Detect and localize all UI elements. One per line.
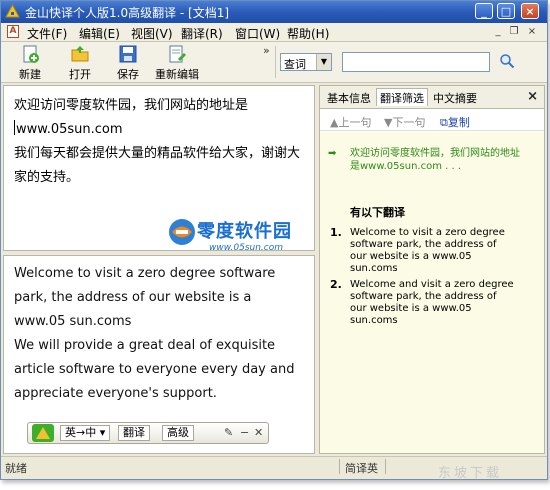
- watermark-name: 零度软件园: [197, 221, 292, 242]
- source-line: 欢迎访问零度软件园，我们网站的地址是: [14, 98, 249, 113]
- translation-line: We will provide a great deal of exquisit…: [14, 338, 276, 353]
- tab-translation-filter[interactable]: 翻译筛选: [376, 88, 428, 106]
- floppy-disk-icon: [119, 45, 137, 63]
- advanced-button[interactable]: 高级: [162, 425, 194, 441]
- translation-line: article software to everyone every day a…: [14, 362, 295, 377]
- search-input[interactable]: [342, 52, 490, 72]
- result-line[interactable]: sun.coms: [350, 315, 398, 327]
- reedit-document-icon: [169, 45, 186, 63]
- dict-mode-select[interactable]: 查词 ▼: [280, 53, 332, 71]
- menu-translate[interactable]: 翻译(R): [181, 25, 223, 42]
- tab-chinese-summary[interactable]: 中文摘要: [430, 89, 480, 107]
- document-icon[interactable]: A: [7, 25, 19, 38]
- close-button[interactable]: ×: [521, 3, 539, 19]
- window-title: 金山快译个人版1.0高级翻译 - [文档1]: [25, 6, 230, 20]
- reedit-button[interactable]: 重新编辑: [153, 44, 201, 82]
- panel-close-icon[interactable]: ×: [527, 89, 538, 104]
- minimize-button[interactable]: _: [475, 3, 493, 19]
- kingsoft-logo-icon[interactable]: [32, 424, 54, 442]
- menu-file[interactable]: 文件(F): [27, 25, 67, 42]
- close-icon[interactable]: ✕: [254, 426, 263, 439]
- result-line[interactable]: our website is a www.05: [350, 303, 472, 315]
- translation-line: appreciate everyone's support.: [14, 386, 217, 401]
- watermark-url: www.05sun.com: [209, 243, 283, 253]
- toolbar-separator: [275, 46, 276, 78]
- doc-minimize-button[interactable]: _: [491, 25, 505, 38]
- translation-line: Welcome to visit a zero degree software: [14, 266, 276, 281]
- menu-edit[interactable]: 编辑(E): [79, 25, 120, 42]
- site-logo-icon: [169, 219, 195, 245]
- result-line[interactable]: our website is a www.05: [350, 251, 472, 263]
- open-button[interactable]: 打开: [65, 44, 95, 82]
- translation-results: ➡ 欢迎访问零度软件园，我们网站的地址 是www.05sun.com . . .…: [320, 132, 544, 453]
- direction-select[interactable]: 英→中 ▾: [60, 425, 111, 441]
- pin-icon[interactable]: ✎: [224, 426, 233, 439]
- menu-window[interactable]: 窗口(W): [235, 25, 280, 42]
- result-line[interactable]: software park, the address of: [350, 239, 497, 251]
- translate-button[interactable]: 翻译: [118, 425, 150, 441]
- menu-view[interactable]: 视图(V): [131, 25, 173, 42]
- source-sentence-line: 欢迎访问零度软件园，我们网站的地址: [350, 148, 520, 159]
- new-document-icon: [23, 45, 39, 63]
- toolbar: 新建 打开 保存 重新编辑 » 查词 ▼: [1, 42, 547, 83]
- status-separator: [339, 459, 340, 474]
- panel-tabs: 基本信息 翻译筛选 中文摘要 ×: [320, 86, 544, 109]
- site-watermark-logo: 零度软件园 www.05sun.com: [167, 215, 317, 259]
- app-window: 金山快译个人版1.0高级翻译 - [文档1] _ □ × A 文件(F) 编辑(…: [0, 0, 548, 480]
- result-line[interactable]: software park, the address of: [350, 291, 497, 303]
- result-line[interactable]: Welcome and visit a zero degree: [350, 279, 514, 291]
- status-text: 就绪: [5, 462, 27, 475]
- text-caret: [14, 120, 15, 135]
- copy-button[interactable]: ⧉复制: [440, 114, 470, 130]
- floating-translate-bar[interactable]: 英→中 ▾ 翻译 高级 ✎ − ✕: [27, 422, 269, 444]
- info-panel: 基本信息 翻译筛选 中文摘要 × ▲上一句 ▼下一句 ⧉复制 ➡ 欢迎访问零度软…: [319, 85, 545, 454]
- doc-restore-button[interactable]: ❐: [507, 25, 521, 38]
- result-number: 2.: [330, 278, 342, 291]
- maximize-button[interactable]: □: [497, 3, 515, 19]
- new-button[interactable]: 新建: [15, 44, 45, 82]
- status-separator: [385, 459, 386, 474]
- next-sentence-button[interactable]: ▼下一句: [384, 114, 425, 130]
- source-line: 我们每天都会提供大量的精品软件给大家，谢谢大家的支持。: [14, 146, 301, 185]
- search-icon[interactable]: [499, 53, 515, 69]
- arrow-right-icon: ➡: [328, 148, 337, 159]
- page-watermark: 东坡下载: [438, 466, 503, 481]
- menu-bar: A 文件(F) 编辑(E) 视图(V) 翻译(R) 窗口(W) 帮助(H) _ …: [1, 23, 547, 42]
- status-language: 简译英: [345, 462, 378, 475]
- translation-line: park, the address of our website is a: [14, 290, 252, 305]
- save-button[interactable]: 保存: [113, 44, 143, 82]
- source-text[interactable]: 欢迎访问零度软件园，我们网站的地址是 www.05sun.com 我们每天都会提…: [14, 94, 306, 190]
- result-nav: ▲上一句 ▼下一句 ⧉复制: [320, 110, 544, 131]
- open-folder-icon: [71, 46, 89, 62]
- result-number: 1.: [330, 226, 342, 239]
- result-line[interactable]: Welcome to visit a zero degree: [350, 227, 505, 239]
- source-line: www.05sun.com: [14, 120, 123, 137]
- translation-line: www.05 sun.coms: [14, 314, 132, 329]
- source-sentence-line: 是www.05sun.com . . .: [350, 161, 462, 172]
- dropdown-arrow-icon[interactable]: ▼: [316, 54, 331, 70]
- translation-text[interactable]: Welcome to visit a zero degree software …: [14, 262, 310, 406]
- result-line[interactable]: sun.coms: [350, 263, 398, 275]
- doc-close-button[interactable]: ×: [525, 25, 539, 38]
- minimize-icon[interactable]: −: [240, 426, 249, 439]
- toolbar-overflow-icon[interactable]: »: [263, 44, 270, 57]
- results-heading: 有以下翻译: [350, 206, 405, 219]
- menu-help[interactable]: 帮助(H): [287, 25, 329, 42]
- app-logo-icon: [5, 4, 20, 18]
- title-bar[interactable]: 金山快译个人版1.0高级翻译 - [文档1] _ □ ×: [1, 1, 547, 23]
- prev-sentence-button[interactable]: ▲上一句: [330, 114, 371, 130]
- tab-basic-info[interactable]: 基本信息: [324, 89, 374, 107]
